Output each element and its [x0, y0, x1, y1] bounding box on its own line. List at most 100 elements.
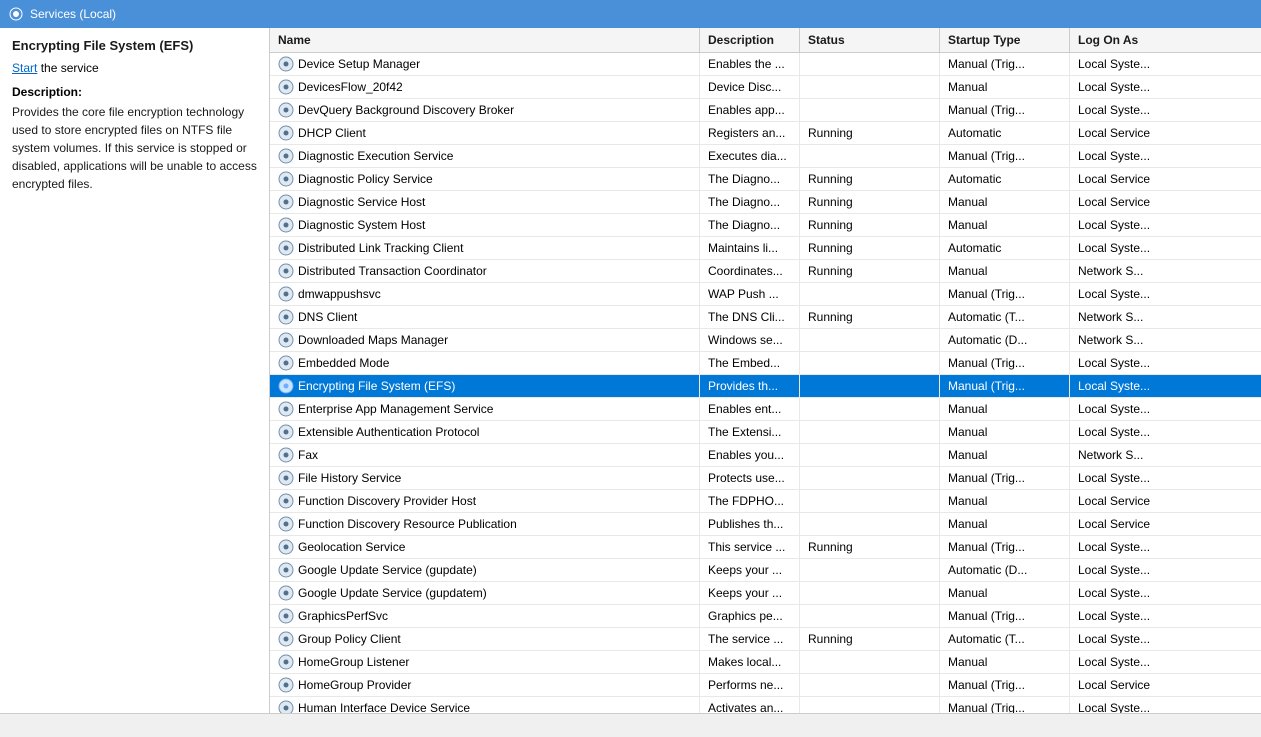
- service-description-cell: WAP Push ...: [700, 283, 800, 305]
- title-bar: Services (Local): [0, 0, 1261, 28]
- bottom-bar: [0, 713, 1261, 737]
- service-name-cell: GraphicsPerfSvc: [270, 605, 700, 627]
- table-row[interactable]: Diagnostic System HostThe Diagno...Runni…: [270, 214, 1261, 237]
- gear-icon: [278, 631, 294, 647]
- service-name-cell: dmwappushsvc: [270, 283, 700, 305]
- service-logon-cell: Local Syste...: [1070, 352, 1261, 374]
- table-row[interactable]: Google Update Service (gupdatem)Keeps yo…: [270, 582, 1261, 605]
- service-logon-cell: Local Syste...: [1070, 467, 1261, 489]
- service-status-cell: [800, 697, 940, 713]
- gear-icon: [278, 240, 294, 256]
- service-name: Distributed Transaction Coordinator: [298, 264, 487, 278]
- service-startup-cell: Manual (Trig...: [940, 467, 1070, 489]
- gear-icon: [278, 401, 294, 417]
- gear-icon: [278, 378, 294, 394]
- table-row[interactable]: DevicesFlow_20f42Device Disc...ManualLoc…: [270, 76, 1261, 99]
- service-logon-cell: Local Service: [1070, 168, 1261, 190]
- service-name: Downloaded Maps Manager: [298, 333, 448, 347]
- main-content: Encrypting File System (EFS) Start the s…: [0, 28, 1261, 713]
- table-row[interactable]: Extensible Authentication ProtocolThe Ex…: [270, 421, 1261, 444]
- table-row[interactable]: Distributed Transaction CoordinatorCoord…: [270, 260, 1261, 283]
- service-status-cell: Running: [800, 306, 940, 328]
- table-row[interactable]: HomeGroup ListenerMakes local...ManualLo…: [270, 651, 1261, 674]
- table-row[interactable]: Distributed Link Tracking ClientMaintain…: [270, 237, 1261, 260]
- service-logon-cell: Local Syste...: [1070, 628, 1261, 650]
- table-row[interactable]: Diagnostic Execution ServiceExecutes dia…: [270, 145, 1261, 168]
- table-row[interactable]: Embedded ModeThe Embed...Manual (Trig...…: [270, 352, 1261, 375]
- col-header-logon[interactable]: Log On As: [1070, 28, 1261, 52]
- service-status-cell: [800, 352, 940, 374]
- service-logon-cell: Network S...: [1070, 260, 1261, 282]
- table-row[interactable]: Enterprise App Management Service Enables…: [270, 398, 1261, 421]
- service-name: DNS Client: [298, 310, 357, 324]
- service-status-cell: [800, 605, 940, 627]
- service-description-cell: Keeps your ...: [700, 559, 800, 581]
- service-name: DevQuery Background Discovery Broker: [298, 103, 514, 117]
- service-name-cell: Diagnostic Policy Service: [270, 168, 700, 190]
- table-body: Device Setup ManagerEnables the ...Manua…: [270, 53, 1261, 713]
- table-row[interactable]: Diagnostic Service HostThe Diagno...Runn…: [270, 191, 1261, 214]
- service-status-cell: [800, 490, 940, 512]
- table-row[interactable]: DHCP ClientRegisters an...RunningAutomat…: [270, 122, 1261, 145]
- gear-icon: [278, 562, 294, 578]
- table-row[interactable]: Group Policy ClientThe service ...Runnin…: [270, 628, 1261, 651]
- service-logon-cell: Local Syste...: [1070, 582, 1261, 604]
- description-text: Provides the core file encryption techno…: [12, 103, 257, 193]
- col-header-status[interactable]: Status: [800, 28, 940, 52]
- col-header-startup[interactable]: Startup Type: [940, 28, 1070, 52]
- service-status-cell: [800, 283, 940, 305]
- service-startup-cell: Automatic (T...: [940, 306, 1070, 328]
- service-startup-cell: Manual: [940, 260, 1070, 282]
- service-logon-cell: Local Service: [1070, 191, 1261, 213]
- table-row[interactable]: Function Discovery Resource PublicationP…: [270, 513, 1261, 536]
- service-status-cell: Running: [800, 536, 940, 558]
- service-name-cell: Diagnostic Service Host: [270, 191, 700, 213]
- service-name-cell: File History Service: [270, 467, 700, 489]
- service-description-cell: Enables app...: [700, 99, 800, 121]
- service-description-cell: Executes dia...: [700, 145, 800, 167]
- table-row[interactable]: Diagnostic Policy ServiceThe Diagno...Ru…: [270, 168, 1261, 191]
- service-name: Enterprise App Management Service: [298, 402, 493, 416]
- table-row[interactable]: Device Setup ManagerEnables the ...Manua…: [270, 53, 1261, 76]
- service-status-cell: Running: [800, 122, 940, 144]
- table-row[interactable]: Downloaded Maps ManagerWindows se...Auto…: [270, 329, 1261, 352]
- service-status-cell: [800, 444, 940, 466]
- table-row[interactable]: dmwappushsvcWAP Push ...Manual (Trig...L…: [270, 283, 1261, 306]
- service-name-cell: Google Update Service (gupdate): [270, 559, 700, 581]
- gear-icon: [278, 125, 294, 141]
- service-description-cell: Performs ne...: [700, 674, 800, 696]
- table-row[interactable]: DevQuery Background Discovery Broker Enab…: [270, 99, 1261, 122]
- table-row[interactable]: DNS ClientThe DNS Cli...RunningAutomatic…: [270, 306, 1261, 329]
- service-description-cell: Windows se...: [700, 329, 800, 351]
- service-status-cell: [800, 467, 940, 489]
- service-name: Google Update Service (gupdatem): [298, 586, 487, 600]
- col-header-description[interactable]: Description: [700, 28, 800, 52]
- table-row[interactable]: FaxEnables you...ManualNetwork S...: [270, 444, 1261, 467]
- service-status-cell: [800, 145, 940, 167]
- table-row[interactable]: Google Update Service (gupdate) Keeps you…: [270, 559, 1261, 582]
- service-name-cell: HomeGroup Listener: [270, 651, 700, 673]
- service-name: Google Update Service (gupdate): [298, 563, 477, 577]
- table-row[interactable]: Encrypting File System (EFS)Provides th.…: [270, 375, 1261, 398]
- start-service-link[interactable]: Start: [12, 61, 37, 75]
- gear-icon: [278, 79, 294, 95]
- service-name: Human Interface Device Service: [298, 701, 470, 713]
- table-row[interactable]: Human Interface Device ServiceActivates …: [270, 697, 1261, 713]
- gear-icon: [278, 516, 294, 532]
- service-startup-cell: Automatic (T...: [940, 628, 1070, 650]
- table-row[interactable]: Function Discovery Provider HostThe FDPH…: [270, 490, 1261, 513]
- table-row[interactable]: Geolocation ServiceThis service ...Runni…: [270, 536, 1261, 559]
- service-startup-cell: Manual (Trig...: [940, 145, 1070, 167]
- gear-icon: [278, 309, 294, 325]
- col-header-name[interactable]: Name: [270, 28, 700, 52]
- service-startup-cell: Manual (Trig...: [940, 283, 1070, 305]
- table-row[interactable]: GraphicsPerfSvcGraphics pe...Manual (Tri…: [270, 605, 1261, 628]
- service-description-cell: Enables ent...: [700, 398, 800, 420]
- table-row[interactable]: File History ServiceProtects use...Manua…: [270, 467, 1261, 490]
- table-row[interactable]: HomeGroup ProviderPerforms ne...Manual (…: [270, 674, 1261, 697]
- gear-icon: [278, 608, 294, 624]
- service-logon-cell: Local Service: [1070, 490, 1261, 512]
- service-name-cell: Extensible Authentication Protocol: [270, 421, 700, 443]
- service-name-cell: Group Policy Client: [270, 628, 700, 650]
- service-status-cell: Running: [800, 628, 940, 650]
